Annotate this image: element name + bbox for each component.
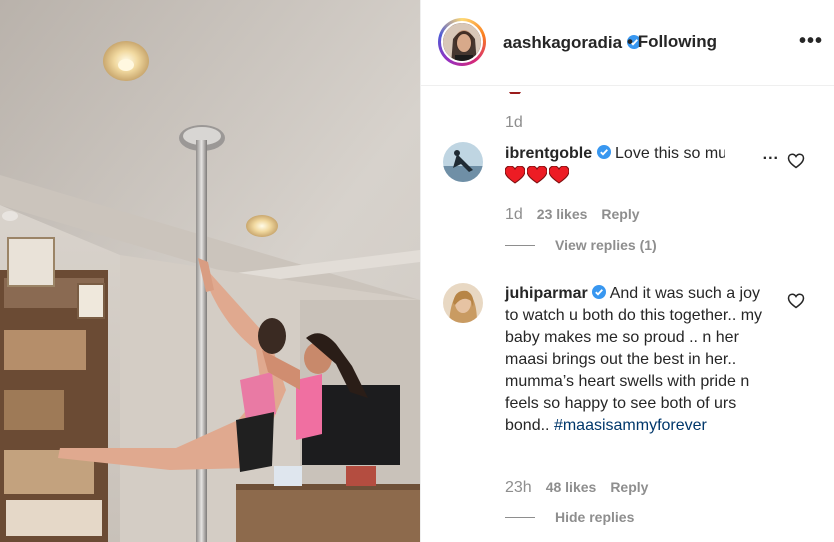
- comment-more-ellipsis[interactable]: ...: [731, 146, 779, 168]
- caption-timestamp: 1d: [505, 114, 523, 131]
- comment-text: Love this so much: [615, 145, 725, 162]
- author-avatar[interactable]: [438, 18, 486, 66]
- follow-status[interactable]: • Following: [627, 32, 717, 52]
- view-replies-toggle[interactable]: View replies (1): [505, 237, 657, 253]
- heart-outline-icon[interactable]: [787, 292, 805, 310]
- reply-button[interactable]: Reply: [601, 206, 639, 222]
- verified-badge-icon: [592, 285, 607, 299]
- replies-divider: [505, 517, 535, 518]
- post-header: aashkagoradia • Following •••: [421, 0, 834, 86]
- more-options-icon[interactable]: •••: [799, 30, 823, 53]
- view-replies-label[interactable]: View replies (1): [555, 237, 657, 253]
- author-username[interactable]: aashkagoradia: [503, 33, 641, 53]
- commenter-avatar[interactable]: [443, 142, 483, 182]
- comment-timestamp[interactable]: 1d: [505, 206, 523, 223]
- hide-replies-label[interactable]: Hide replies: [555, 509, 634, 525]
- red-heart-emoji: [504, 165, 526, 184]
- post-photo[interactable]: [0, 0, 420, 542]
- comment-emoji: [504, 165, 571, 186]
- red-heart-emoji: [548, 165, 570, 184]
- reply-button[interactable]: Reply: [610, 479, 648, 495]
- comments-panel: aashkagoradia • Following ••• 1d ibrentg…: [420, 0, 834, 542]
- hide-replies-toggle[interactable]: Hide replies: [505, 509, 634, 525]
- heart-outline-icon[interactable]: [787, 152, 805, 170]
- verified-badge-icon: [596, 145, 611, 159]
- comment-text: And it was such a joy to watch u both do…: [505, 285, 763, 434]
- comment-likes[interactable]: 23 likes: [537, 206, 588, 222]
- comment-meta: 23h 48 likes Reply: [505, 479, 648, 497]
- comment-timestamp[interactable]: 23h: [505, 479, 532, 496]
- comment-username[interactable]: ibrentgoble: [505, 145, 592, 162]
- comment-likes[interactable]: 48 likes: [546, 479, 597, 495]
- comment-body: juhiparmar And it was such a joy to watc…: [505, 283, 775, 437]
- red-heart-emoji: [509, 86, 521, 94]
- comment-hashtag[interactable]: #maasisammyforever: [554, 417, 707, 434]
- comment-username[interactable]: juhiparmar: [505, 285, 588, 302]
- commenter-avatar[interactable]: [443, 283, 483, 323]
- replies-divider: [505, 245, 535, 246]
- comment-meta: 1d 23 likes Reply: [505, 206, 640, 224]
- comment-body: ibrentgoble Love this so much: [505, 143, 725, 165]
- red-heart-emoji: [526, 165, 548, 184]
- following-button[interactable]: Following: [638, 32, 717, 51]
- pole-dance-photo: [0, 0, 420, 542]
- separator-dot: •: [627, 32, 633, 51]
